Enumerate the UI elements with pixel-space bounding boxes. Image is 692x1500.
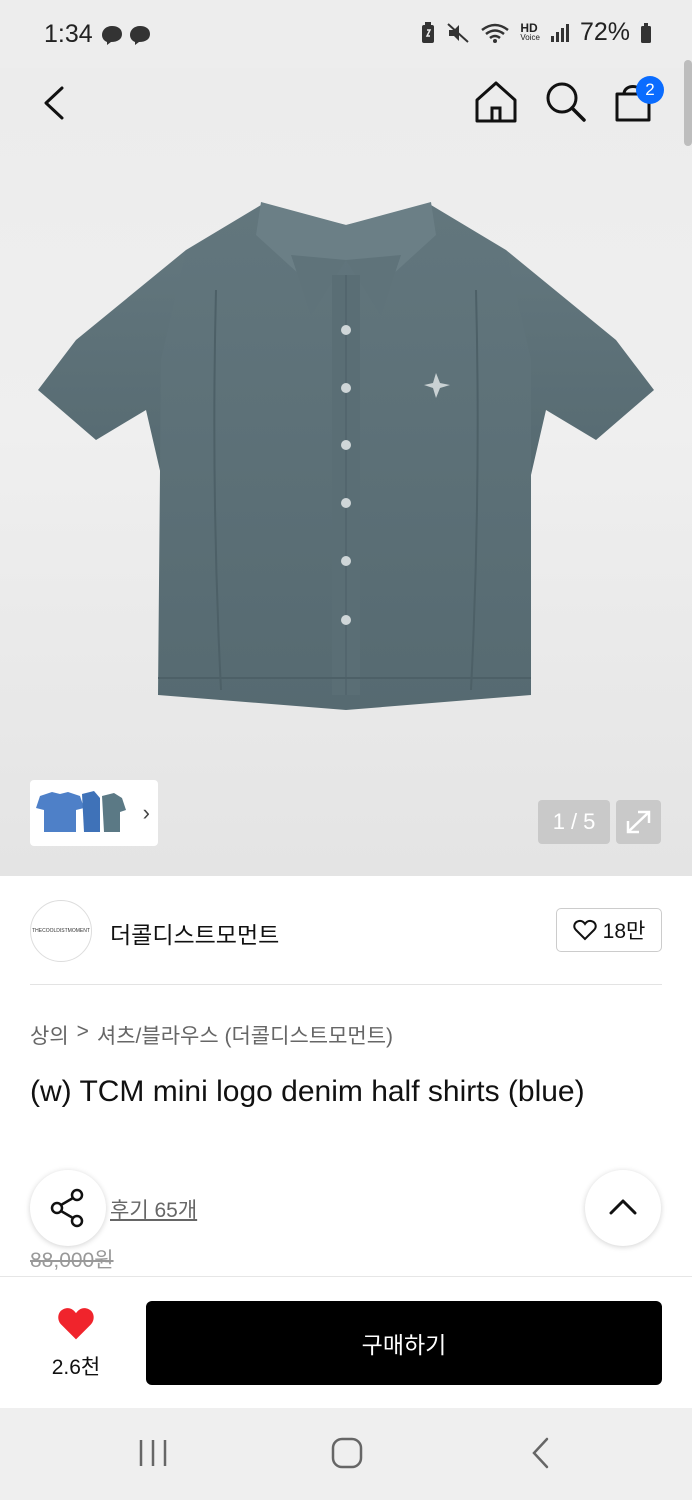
cart-button[interactable]: 2 xyxy=(610,76,664,128)
wifi-icon xyxy=(481,23,510,43)
cart-count-badge: 2 xyxy=(636,76,664,104)
bottom-action-bar: 2.6천 구매하기 xyxy=(0,1276,692,1408)
heart-filled-icon xyxy=(58,1308,94,1340)
home-icon[interactable] xyxy=(472,78,520,126)
brand-name[interactable]: 더콜디스트모먼트 xyxy=(110,916,279,950)
search-icon[interactable] xyxy=(542,78,590,126)
status-icons: HD Voice 72% xyxy=(420,18,652,47)
heart-outline-icon xyxy=(572,919,597,941)
battery-saver-icon xyxy=(422,21,435,43)
back-button[interactable] xyxy=(30,80,80,126)
product-title: (w) TCM mini logo denim half shirts (blu… xyxy=(30,1075,585,1108)
back-nav-icon[interactable] xyxy=(516,1430,566,1476)
brand-row[interactable]: THECOOLDISTMOMENT 더콜디스트모먼트 18만 xyxy=(30,900,662,962)
messenger-icon xyxy=(102,26,150,45)
original-price: 88,000원 xyxy=(30,1249,114,1272)
hd-voice-icon: HD Voice xyxy=(520,20,540,42)
color-variant-thumbnails[interactable]: › xyxy=(30,780,158,846)
breadcrumb-category[interactable]: 상의 xyxy=(30,1020,69,1050)
chevron-up-icon xyxy=(609,1199,637,1215)
review-link[interactable]: 후기 65개 xyxy=(110,1194,197,1224)
wishlist-button[interactable]: 2.6천 xyxy=(30,1301,122,1391)
status-bar: 1:34 HD Voice 72% xyxy=(0,0,692,68)
share-button[interactable] xyxy=(30,1170,106,1246)
status-time: 1:34 xyxy=(44,20,93,48)
system-navigation-bar xyxy=(0,1408,692,1500)
denim-shirt-image xyxy=(38,202,654,710)
image-page-counter: 1 / 5 xyxy=(538,800,610,844)
buy-button[interactable]: 구매하기 xyxy=(146,1301,662,1385)
breadcrumb: 상의 > 셔츠/블라우스 (더콜디스트모먼트) xyxy=(30,1020,393,1050)
wishlist-count: 2.6천 xyxy=(51,1356,101,1379)
variant-thumbnails-image xyxy=(36,791,126,832)
home-nav-icon[interactable] xyxy=(322,1430,372,1476)
battery-icon xyxy=(641,22,651,43)
signal-icon xyxy=(550,23,569,42)
mute-icon xyxy=(447,22,470,43)
battery-percent: 72% xyxy=(579,18,630,46)
scroll-to-top-button[interactable] xyxy=(585,1170,661,1246)
expand-icon[interactable] xyxy=(616,800,661,844)
share-icon xyxy=(50,1188,84,1228)
brand-like-count: 18만 xyxy=(602,920,646,943)
divider xyxy=(30,984,662,985)
recent-apps-icon[interactable] xyxy=(128,1430,178,1476)
brand-like-button[interactable]: 18만 xyxy=(556,908,662,952)
scrollbar[interactable] xyxy=(684,60,692,146)
breadcrumb-subcategory[interactable]: 셔츠/블라우스 (더콜디스트모먼트) xyxy=(97,1020,393,1050)
brand-logo[interactable]: THECOOLDISTMOMENT xyxy=(30,900,92,962)
breadcrumb-separator: > xyxy=(76,1020,89,1043)
chevron-right-icon: › xyxy=(142,800,150,825)
